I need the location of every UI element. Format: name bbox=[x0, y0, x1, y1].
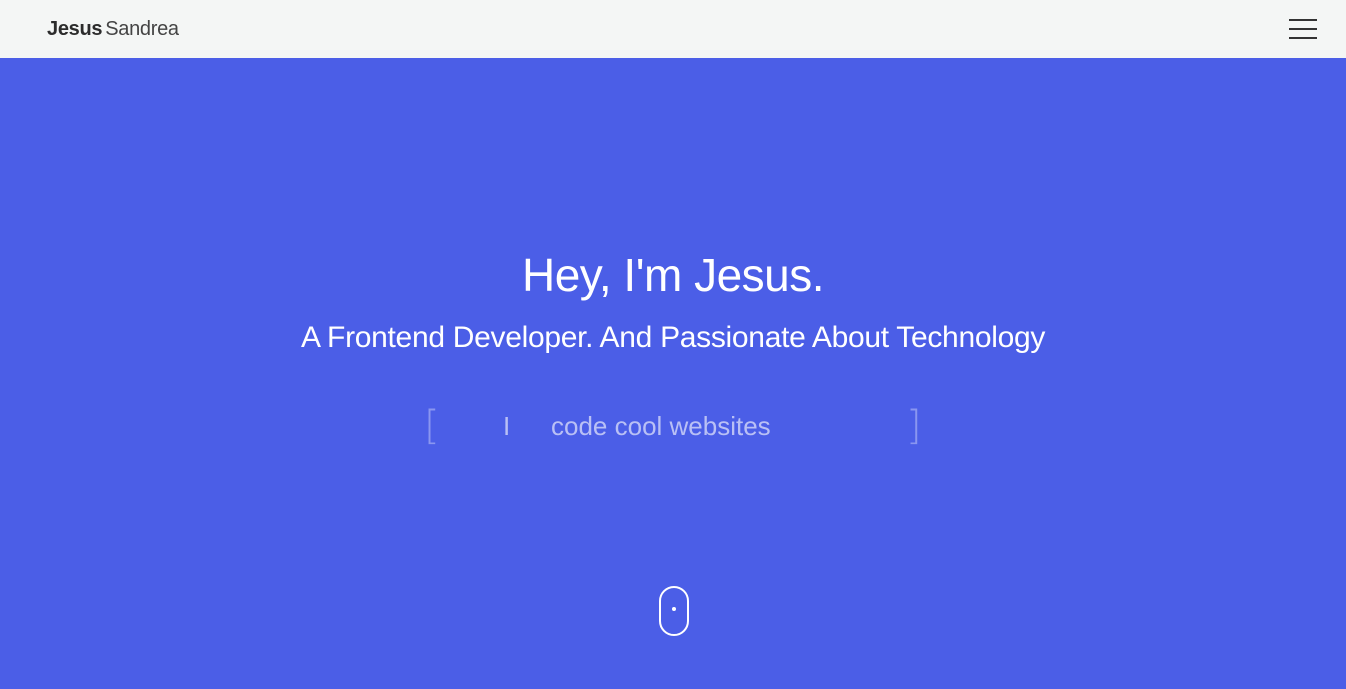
hero-subtitle: A Frontend Developer. And Passionate Abo… bbox=[300, 321, 1046, 354]
scroll-wheel-dot bbox=[672, 607, 676, 611]
right-bracket: ] bbox=[906, 403, 922, 449]
typer-prefix: I bbox=[503, 411, 511, 441]
hamburger-menu-icon[interactable] bbox=[1289, 17, 1319, 41]
typer-phrase: code cool websites bbox=[551, 411, 771, 441]
navbar: Jesus Sandrea bbox=[0, 0, 1346, 58]
scroll-mouse-icon[interactable] bbox=[659, 586, 689, 636]
typewriter-text: [ I code cool websites ] bbox=[0, 403, 1346, 453]
hamburger-line bbox=[1289, 37, 1317, 39]
hamburger-line bbox=[1289, 19, 1317, 21]
left-bracket: [ bbox=[424, 403, 440, 449]
brand-last-name: Sandrea bbox=[105, 17, 179, 40]
hamburger-line bbox=[1289, 28, 1317, 30]
brand-first-name: Jesus bbox=[47, 17, 103, 40]
hero-section: Hey, I'm Jesus. A Frontend Developer. An… bbox=[0, 58, 1346, 689]
hero-title: Hey, I'm Jesus. bbox=[521, 249, 825, 301]
brand-logo[interactable]: Jesus Sandrea bbox=[47, 18, 179, 41]
